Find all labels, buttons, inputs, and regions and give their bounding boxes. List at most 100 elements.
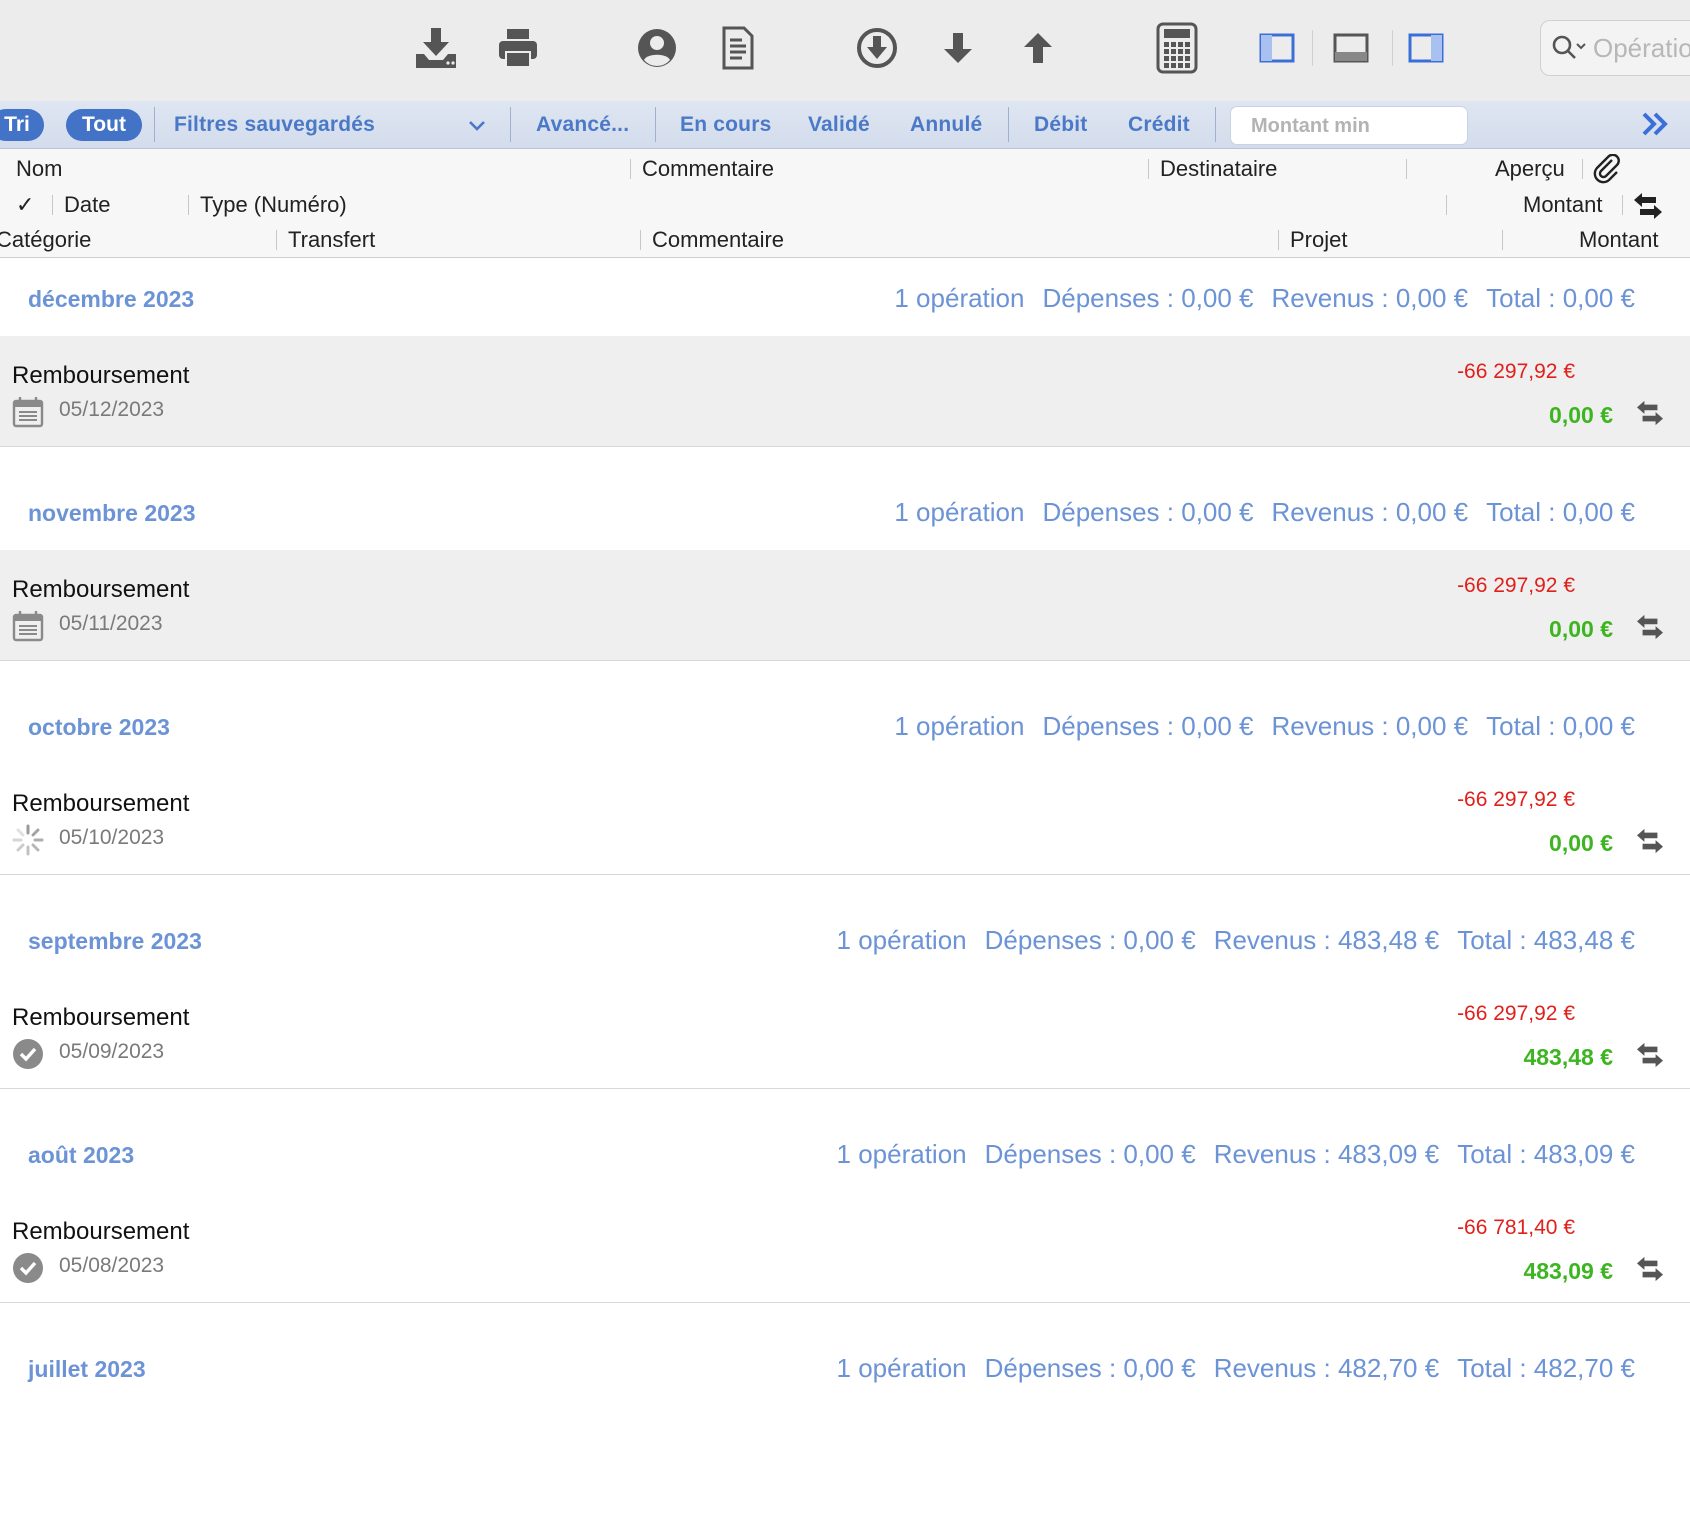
min-amount-input[interactable] [1249,107,1463,146]
account-icon[interactable] [629,20,685,76]
transfer-arrows-icon[interactable] [1635,400,1665,431]
filter-validated[interactable]: Validé [808,101,870,148]
month-total: Total : 483,09 € [1457,1139,1635,1169]
transaction-date: 05/12/2023 [59,398,165,421]
transaction-row[interactable]: Remboursement 05/10/2023 -66 297,92 € 0,00 … [0,764,1690,875]
transaction-row[interactable]: Remboursement 05/11/2023 -66 297,92 € 0,00 … [0,550,1690,661]
search-field[interactable] [1540,20,1690,76]
month-header[interactable]: août 2023 1 opération Dépenses : 0,00 € Rev… [0,1114,1690,1192]
column-categorie[interactable]: Catégorie [0,227,91,253]
validated-status-icon[interactable] [12,1038,44,1070]
income-total: Revenus : 483,48 € [1213,925,1440,955]
toolbar [0,0,1690,102]
column-divider [1406,159,1407,179]
transfer-arrows-icon[interactable] [1635,1256,1665,1287]
search-icon [1552,35,1586,59]
circle-download-icon[interactable] [849,20,905,76]
filter-bar: Tri Tout Filtres sauvegardés Avancé... E… [0,101,1690,149]
transaction-row[interactable]: Remboursement 05/09/2023 -66 297,92 € 483,4… [0,978,1690,1089]
calculator-icon[interactable] [1149,20,1205,76]
transfer-arrows-icon[interactable] [1635,828,1665,859]
panel-bottom-icon[interactable] [1323,20,1379,76]
operation-count: 1 opération [894,711,1025,741]
operation-count: 1 opération [836,925,967,955]
column-divider [276,230,277,250]
expenses-total: Dépenses : 0,00 € [1042,497,1254,527]
sidebar-left-icon[interactable] [1249,20,1305,76]
download-icon[interactable] [408,20,464,76]
filter-divider [1008,107,1009,142]
sidebar-right-icon[interactable] [1398,20,1454,76]
arrow-up-icon[interactable] [1010,20,1066,76]
transaction-balance: 0,00 € [1549,402,1613,428]
month-summary: 1 opération Dépenses : 0,00 € Revenus : 48… [819,925,1635,956]
paperclip-icon[interactable] [1592,153,1622,189]
column-check[interactable]: ✓ [16,192,34,218]
column-projet[interactable]: Projet [1290,227,1347,253]
column-nom[interactable]: Nom [16,156,62,182]
column-apercu[interactable]: Aperçu [1495,156,1565,182]
filter-credit[interactable]: Crédit [1128,101,1190,148]
column-commentaire-2[interactable]: Commentaire [652,227,784,253]
transaction-name: Remboursement [12,1004,190,1031]
column-type[interactable]: Type (Numéro) [200,192,347,218]
column-date[interactable]: Date [64,192,110,218]
double-chevron-right-icon[interactable] [1640,109,1670,144]
scheduled-status-icon[interactable] [12,610,44,642]
month-header[interactable]: septembre 2023 1 opération Dépenses : 0,00… [0,900,1690,978]
transaction-date: 05/11/2023 [59,612,163,635]
transaction-list[interactable]: décembre 2023 1 opération Dépenses : 0,00 … [0,258,1690,1518]
month-total: Total : 0,00 € [1486,711,1635,741]
month-title: août 2023 [28,1142,135,1168]
filter-cancelled[interactable]: Annulé [910,101,982,148]
document-icon[interactable] [710,20,766,76]
scheduled-status-icon[interactable] [12,396,44,428]
operation-count: 1 opération [836,1353,967,1383]
column-divider [1148,159,1149,179]
advanced-filter-button[interactable]: Avancé... [536,101,629,148]
month-summary: 1 opération Dépenses : 0,00 € Revenus : 48… [819,1139,1635,1170]
transfer-arrows-icon[interactable] [1635,1042,1665,1073]
column-transfert[interactable]: Transfert [288,227,375,253]
transfer-arrows-icon[interactable] [1635,614,1665,645]
column-commentaire[interactable]: Commentaire [642,156,774,182]
column-divider [52,195,53,215]
column-montant-2[interactable]: Montant [1579,227,1659,253]
pending-status-icon[interactable] [12,824,44,856]
validated-status-icon[interactable] [12,1252,44,1284]
filter-pending[interactable]: En cours [680,101,771,148]
sort-button[interactable]: Tri [0,109,44,141]
month-total: Total : 483,48 € [1457,925,1635,955]
month-title: décembre 2023 [28,286,195,312]
transaction-row[interactable]: Remboursement 05/08/2023 -66 781,40 € 483,0… [0,1192,1690,1303]
arrow-down-icon[interactable] [930,20,986,76]
transfer-arrows-icon[interactable] [1632,192,1664,225]
search-input[interactable] [1591,31,1690,65]
month-title: septembre 2023 [28,928,202,954]
month-header[interactable]: décembre 2023 1 opération Dépenses : 0,00 … [0,258,1690,336]
month-header[interactable]: juillet 2023 1 opération Dépenses : 0,00 €… [0,1328,1690,1406]
month-header[interactable]: octobre 2023 1 opération Dépenses : 0,00 €… [0,686,1690,764]
transaction-amount: -66 297,92 € [1457,788,1575,811]
toolbar-divider [1312,30,1313,66]
filter-debit[interactable]: Débit [1034,101,1088,148]
toolbar-divider [1392,30,1393,66]
income-total: Revenus : 483,09 € [1213,1139,1440,1169]
expenses-total: Dépenses : 0,00 € [984,1353,1196,1383]
column-montant[interactable]: Montant [1523,192,1603,218]
chevron-down-icon[interactable] [468,119,486,137]
print-icon[interactable] [490,20,546,76]
min-amount-field[interactable] [1230,106,1468,146]
column-header: Nom Commentaire Destinataire Aperçu ✓ Da… [0,149,1690,258]
month-header[interactable]: novembre 2023 1 opération Dépenses : 0,00 … [0,472,1690,550]
column-divider [188,195,189,215]
transaction-row[interactable]: Remboursement 05/12/2023 -66 297,92 € 0,00 … [0,336,1690,447]
month-total: Total : 0,00 € [1486,497,1635,527]
all-filter-button[interactable]: Tout [66,109,142,141]
transaction-date: 05/08/2023 [59,1254,165,1277]
column-destinataire[interactable]: Destinataire [1160,156,1277,182]
column-divider [1582,159,1583,179]
saved-filters-dropdown[interactable]: Filtres sauvegardés [174,101,375,148]
